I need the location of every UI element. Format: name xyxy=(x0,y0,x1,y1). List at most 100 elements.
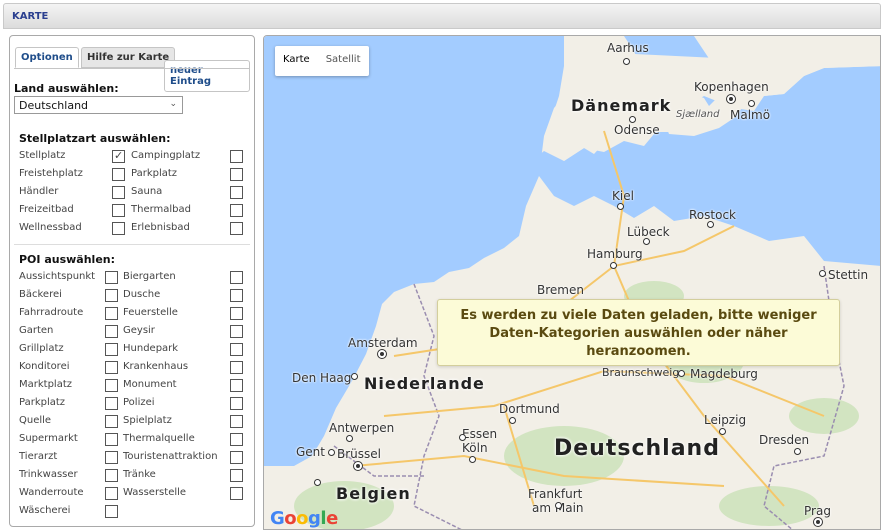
window-titlebar: KARTE xyxy=(3,3,881,29)
city-marker xyxy=(509,417,516,424)
option-label: Quelle xyxy=(19,415,52,426)
region-label: Sjælland xyxy=(676,109,720,120)
option-checkbox[interactable] xyxy=(105,271,118,284)
map-view[interactable]: Karte Satellit Dänemark Niederlande Deut… xyxy=(263,35,881,530)
option-checkbox[interactable] xyxy=(105,289,118,302)
option-label: Garten xyxy=(19,325,54,336)
option-checkbox[interactable] xyxy=(105,379,118,392)
option-checkbox[interactable] xyxy=(230,204,243,217)
option-checkbox[interactable] xyxy=(230,343,243,356)
tab-hilfe[interactable]: Hilfe zur Karte xyxy=(81,47,176,68)
country-label-nl: Niederlande xyxy=(364,374,485,393)
city-label: Dresden xyxy=(759,433,810,447)
city-label: Kiel xyxy=(612,189,634,203)
checkbox-row: Wellnessbad Erlebnisbad xyxy=(19,220,249,238)
city-marker xyxy=(629,116,636,123)
checkbox-row: Tierarzt Touristenattraktion xyxy=(19,449,249,467)
option-checkbox[interactable] xyxy=(230,289,243,302)
option-label: Campingplatz xyxy=(131,150,201,161)
city-label: Den Haag xyxy=(292,371,352,385)
option-label: Sauna xyxy=(131,186,163,197)
option-label: Wanderroute xyxy=(19,487,84,498)
city-marker xyxy=(469,456,476,463)
city-marker xyxy=(346,435,353,442)
city-marker xyxy=(678,370,685,377)
option-label: Erlebnisbad xyxy=(131,222,190,233)
option-checkbox[interactable] xyxy=(230,186,243,199)
city-label: Köln xyxy=(462,441,488,455)
city-marker xyxy=(328,449,335,456)
checkbox-row: Händler Sauna xyxy=(19,184,249,202)
option-checkbox[interactable] xyxy=(105,361,118,374)
option-checkbox[interactable] xyxy=(230,307,243,320)
option-checkbox[interactable] xyxy=(105,469,118,482)
option-checkbox[interactable] xyxy=(105,307,118,320)
option-label: Fahrradroute xyxy=(19,307,84,318)
option-checkbox[interactable] xyxy=(112,186,125,199)
option-checkbox[interactable] xyxy=(230,271,243,284)
option-checkbox[interactable] xyxy=(230,469,243,482)
city-label: Leipzig xyxy=(704,413,747,427)
option-label: Konditorei xyxy=(19,361,70,372)
option-checkbox[interactable] xyxy=(112,222,125,235)
option-label: Spielplatz xyxy=(123,415,172,426)
option-checkbox[interactable] xyxy=(230,150,243,163)
option-checkbox[interactable] xyxy=(230,415,243,428)
checkbox-row: Parkplatz Polizei xyxy=(19,395,249,413)
option-label: Marktplatz xyxy=(19,379,73,390)
country-select-value: Deutschland xyxy=(19,99,89,112)
option-label: Freistehplatz xyxy=(19,168,83,179)
map-type-karte-button[interactable]: Karte xyxy=(275,46,318,76)
checkbox-row: Bäckerei Dusche xyxy=(19,287,249,305)
checkbox-row: Trinkwasser Tränke xyxy=(19,467,249,485)
option-label: Monument xyxy=(123,379,177,390)
capital-marker xyxy=(727,95,735,103)
city-label: Kopenhagen xyxy=(694,80,769,94)
checkbox-row: Stellplatz Campingplatz xyxy=(19,148,249,166)
new-entry-button[interactable]: neuer Eintrag xyxy=(164,60,250,92)
city-label: Amsterdam xyxy=(348,336,418,350)
option-checkbox[interactable] xyxy=(230,361,243,374)
option-checkbox[interactable] xyxy=(230,325,243,338)
option-checkbox[interactable] xyxy=(230,222,243,235)
option-label: Stellplatz xyxy=(19,150,66,161)
city-marker xyxy=(351,373,358,380)
option-checkbox[interactable] xyxy=(105,397,118,410)
option-label: Geysir xyxy=(123,325,155,336)
stellplatz-title: Stellplatzart auswählen: xyxy=(19,132,171,145)
tab-optionen[interactable]: Optionen xyxy=(15,47,79,68)
option-checkbox[interactable] xyxy=(230,397,243,410)
option-checkbox[interactable] xyxy=(230,433,243,446)
options-panel: Optionen Hilfe zur Karte neuer Eintrag L… xyxy=(9,35,255,527)
option-checkbox[interactable] xyxy=(105,451,118,464)
city-marker xyxy=(623,58,630,65)
option-label: Dusche xyxy=(123,289,161,300)
checkbox-row: Garten Geysir xyxy=(19,323,249,341)
option-label: Krankenhaus xyxy=(123,361,189,372)
option-label: Thermalquelle xyxy=(123,433,195,444)
option-checkbox[interactable] xyxy=(105,343,118,356)
option-checkbox[interactable] xyxy=(105,415,118,428)
option-label: Tränke xyxy=(123,469,156,480)
option-checkbox[interactable] xyxy=(230,451,243,464)
option-checkbox[interactable] xyxy=(105,505,118,518)
land-label: Land auswählen: xyxy=(14,82,119,95)
map-type-satellit-button[interactable]: Satellit xyxy=(318,46,369,76)
option-label: Freizeitbad xyxy=(19,204,74,215)
option-checkbox[interactable] xyxy=(112,168,125,181)
option-label: Hundepark xyxy=(123,343,179,354)
country-select[interactable]: Deutschland ⌄ xyxy=(14,96,183,114)
option-checkbox[interactable] xyxy=(105,325,118,338)
city-label: Rostock xyxy=(689,208,736,222)
option-checkbox[interactable] xyxy=(230,487,243,500)
city-label: Braunschweig xyxy=(602,366,680,379)
option-checkbox[interactable] xyxy=(105,433,118,446)
option-checkbox[interactable] xyxy=(112,204,125,217)
option-checkbox[interactable] xyxy=(112,149,125,163)
option-checkbox[interactable] xyxy=(105,487,118,500)
option-checkbox[interactable] xyxy=(230,379,243,392)
city-marker xyxy=(707,221,714,228)
option-checkbox[interactable] xyxy=(230,168,243,181)
google-logo: Google xyxy=(270,508,338,529)
city-label: Aarhus xyxy=(607,41,649,55)
